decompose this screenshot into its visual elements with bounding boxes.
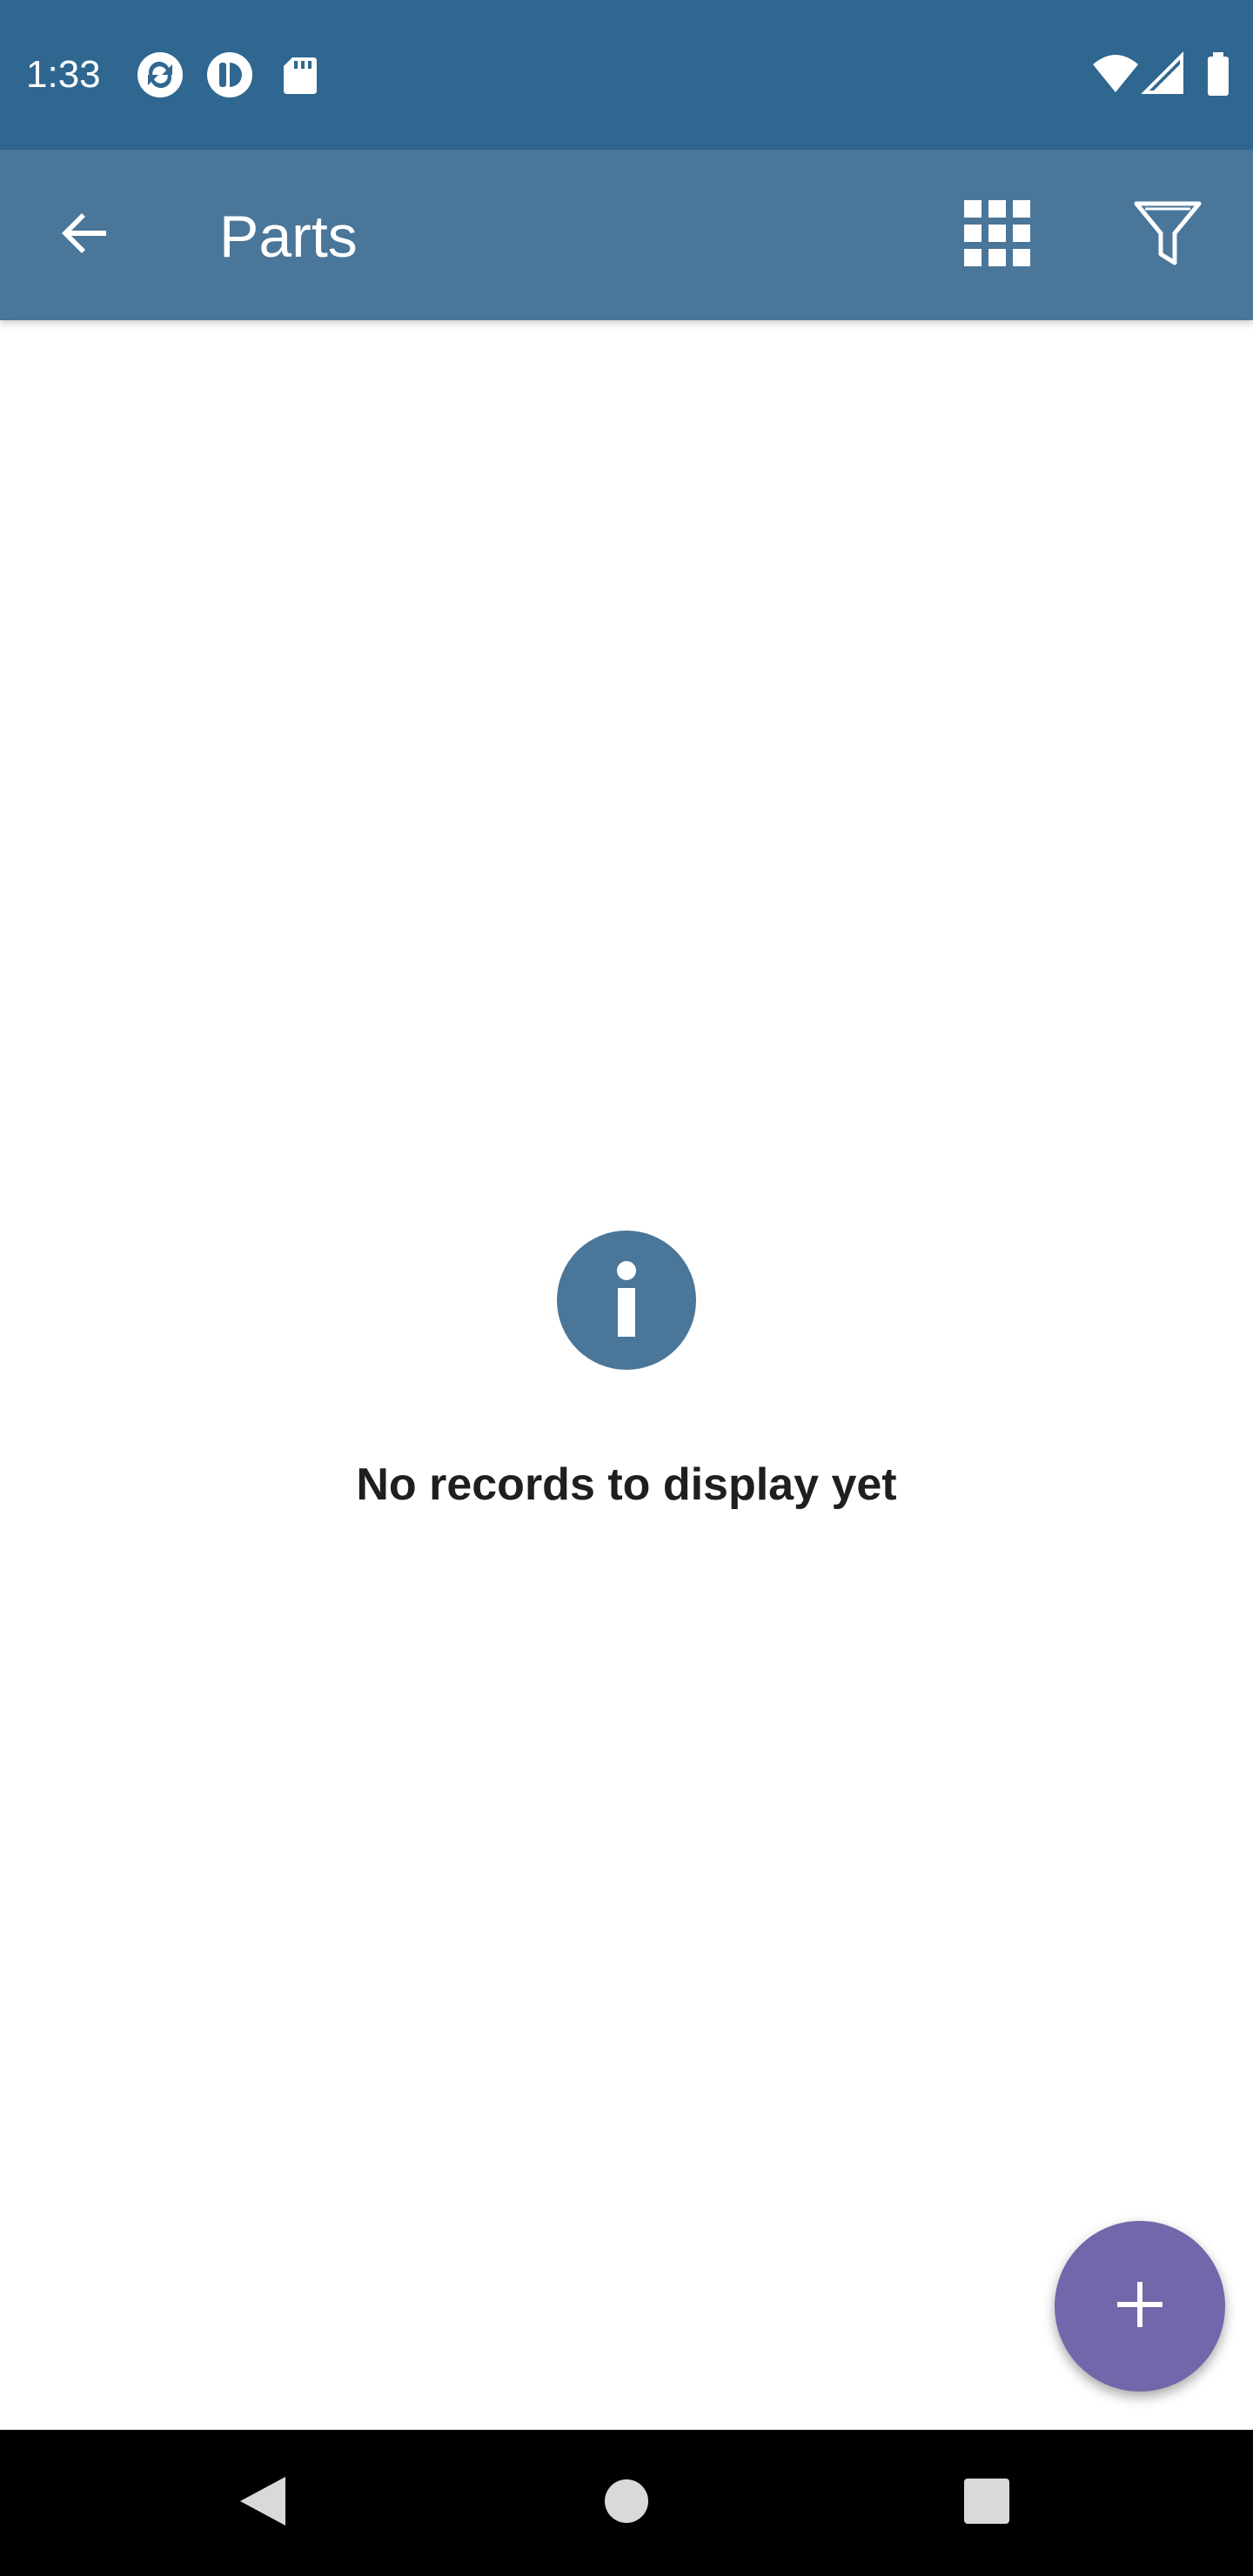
nav-back-button[interactable] <box>219 2459 306 2546</box>
nav-recents-button[interactable] <box>943 2459 1030 2546</box>
filter-icon <box>1133 198 1203 272</box>
empty-state-message: No records to display yet <box>356 1459 897 1510</box>
back-button[interactable] <box>33 183 137 287</box>
grid-view-button[interactable] <box>945 183 1049 287</box>
status-bar: 1:33 <box>0 0 1253 150</box>
arrow-back-icon <box>57 205 113 265</box>
add-button[interactable] <box>1055 2221 1225 2392</box>
battery-icon <box>1194 50 1243 99</box>
recents-square-icon <box>963 2478 1010 2529</box>
page-title: Parts <box>219 204 358 270</box>
system-nav-bar <box>0 2430 1253 2576</box>
app-icon <box>205 50 254 99</box>
back-triangle-icon <box>235 2473 291 2533</box>
filter-button[interactable] <box>1116 183 1220 287</box>
plus-icon <box>1114 2278 1166 2335</box>
status-time: 1:33 <box>26 53 101 96</box>
cellular-signal-icon <box>1140 50 1189 99</box>
home-circle-icon <box>603 2478 650 2529</box>
info-icon <box>557 1231 696 1370</box>
wifi-icon <box>1091 50 1140 99</box>
sync-icon <box>136 50 184 99</box>
grid-view-icon <box>962 198 1032 272</box>
app-bar: Parts <box>0 150 1253 320</box>
sd-card-icon <box>275 50 324 99</box>
nav-home-button[interactable] <box>583 2459 670 2546</box>
